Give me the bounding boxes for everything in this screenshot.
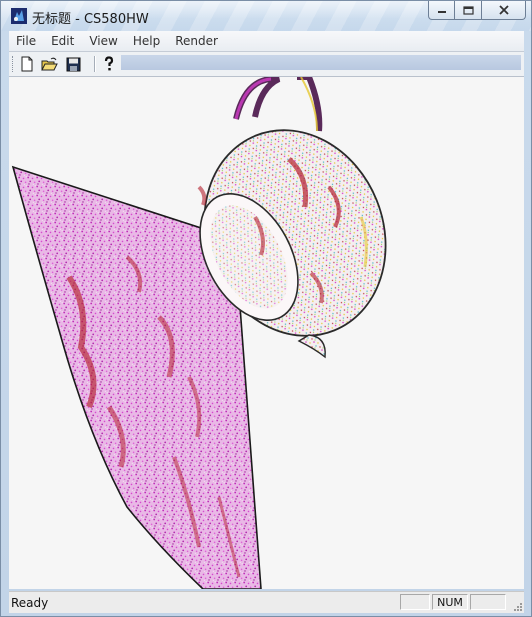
title-bar[interactable]: 无标题 - CS580HW xyxy=(1,1,531,31)
application-window: 无标题 - CS580HW File Edit View Help Render… xyxy=(0,0,532,617)
toolbar xyxy=(9,52,524,77)
save-disk-icon xyxy=(66,57,80,71)
resize-grip-icon[interactable] xyxy=(511,600,523,612)
menu-help[interactable]: Help xyxy=(126,34,168,48)
maximize-button[interactable] xyxy=(455,1,482,20)
help-button[interactable] xyxy=(100,55,118,73)
status-pane-scroll xyxy=(470,594,506,610)
toolbar-grip[interactable] xyxy=(12,56,15,72)
toolbar-empty-area xyxy=(121,55,521,70)
close-icon xyxy=(498,5,509,15)
status-pane-caps xyxy=(400,594,430,610)
menu-render[interactable]: Render xyxy=(168,34,226,48)
app-icon xyxy=(11,8,27,24)
toolbar-separator xyxy=(94,56,96,72)
new-button[interactable] xyxy=(18,55,36,73)
menu-file[interactable]: File xyxy=(9,34,44,48)
new-file-icon xyxy=(21,56,33,72)
save-button[interactable] xyxy=(64,55,82,73)
close-button[interactable] xyxy=(482,1,526,20)
open-button[interactable] xyxy=(40,55,58,73)
status-text: Ready xyxy=(11,596,49,610)
window-controls xyxy=(428,1,526,21)
render-canvas[interactable] xyxy=(9,77,524,589)
menu-bar: File Edit View Help Render xyxy=(9,31,524,52)
rendered-scene xyxy=(11,77,387,589)
minimize-icon xyxy=(437,11,446,13)
window-title: 无标题 - CS580HW xyxy=(32,12,149,27)
minimize-button[interactable] xyxy=(428,1,455,20)
help-question-icon xyxy=(104,56,114,71)
status-bar: Ready NUM xyxy=(9,591,524,613)
maximize-icon xyxy=(462,5,474,15)
open-folder-icon xyxy=(40,57,58,70)
menu-edit[interactable]: Edit xyxy=(44,34,82,48)
menu-view[interactable]: View xyxy=(82,34,125,48)
status-pane-num: NUM xyxy=(432,594,468,610)
